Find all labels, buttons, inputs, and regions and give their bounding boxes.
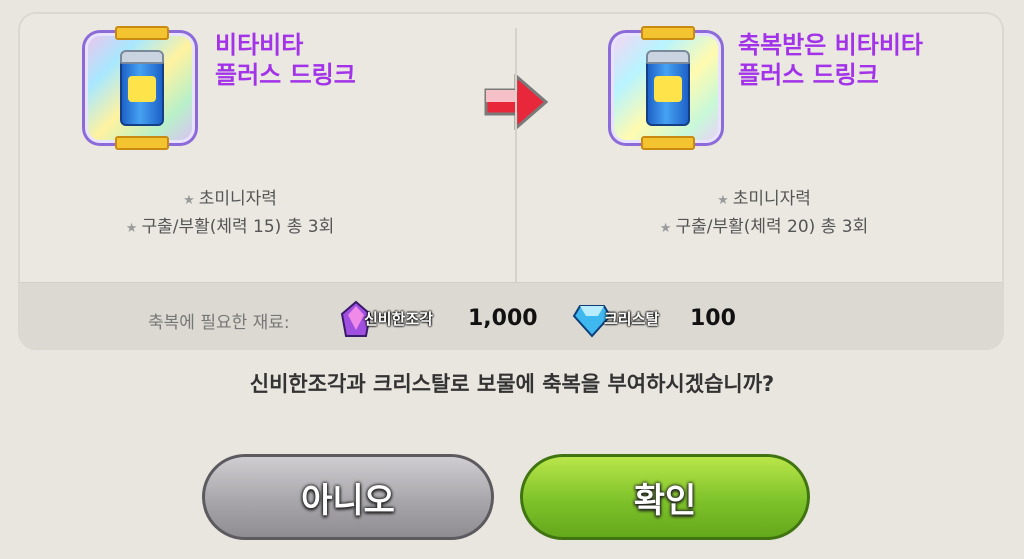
panel-divider <box>515 28 517 288</box>
cancel-button[interactable]: 아니오 <box>202 454 494 540</box>
blessing-cost: 축복에 필요한 재료: 신비한조각 1,000 크리스탈 100 <box>20 300 1002 338</box>
treasure-icon-blessed-vita-drink <box>608 26 724 150</box>
stats-after: ★ 초미니자력 ★ 구출/부활(체력 20) 총 3회 <box>614 186 914 242</box>
star-icon: ★ <box>659 221 672 236</box>
resource-amount: 1,000 <box>468 306 538 331</box>
resource-name: 신비한조각 <box>364 310 434 328</box>
item-name-after: 축복받은 비타비타 플러스 드링크 <box>738 31 923 89</box>
item-name-before: 비타비타 플러스 드링크 <box>215 31 356 89</box>
star-icon: ★ <box>717 193 729 208</box>
resource-amount: 100 <box>690 306 736 331</box>
confirm-question: 신비한조각과 크리스탈로 보물에 축복을 부여하시겠습니까? <box>249 372 775 396</box>
stat-line: ★ 초미니자력 <box>717 189 811 209</box>
stat-line: ★ 구출/부활(체력 15) 총 3회 <box>125 217 335 237</box>
stat-line: ★ 초미니자력 <box>183 189 277 209</box>
drink-can-icon <box>120 50 164 126</box>
drink-can-icon <box>646 50 690 126</box>
resource-name: 크리스탈 <box>604 310 660 328</box>
star-icon: ★ <box>125 221 138 236</box>
stat-line: ★ 구출/부활(체력 20) 총 3회 <box>659 217 869 237</box>
stats-before: ★ 초미니자력 ★ 구출/부활(체력 15) 총 3회 <box>80 186 380 242</box>
confirm-button[interactable]: 확인 <box>520 454 810 540</box>
star-icon: ★ <box>183 193 195 208</box>
treasure-icon-vita-drink <box>82 26 198 150</box>
blessing-panel: 비타비타 플러스 드링크 축복받은 비타비타 플러스 드링크 ★ 초미니자력 ★ 구… <box>18 12 1004 350</box>
cost-label: 축복에 필요한 재료: <box>148 313 290 333</box>
